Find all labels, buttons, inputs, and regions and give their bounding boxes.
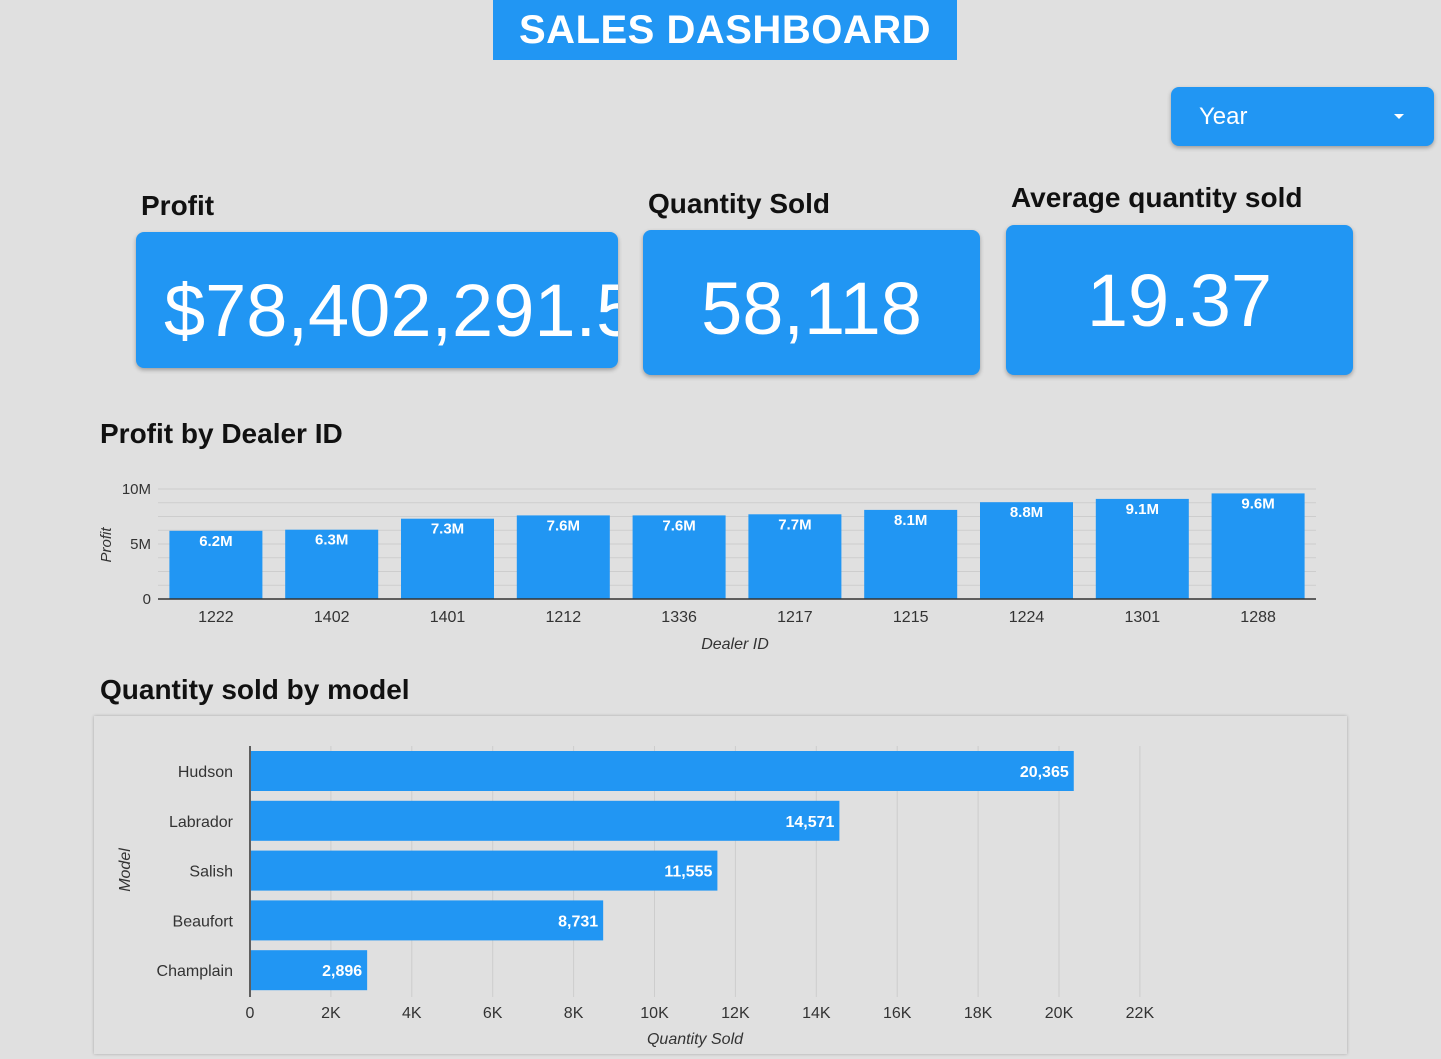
y-tick-label: 5M bbox=[130, 536, 151, 553]
x-axis-title: Quantity Sold bbox=[647, 1031, 744, 1048]
bar-value-label: 2,896 bbox=[322, 963, 362, 980]
model-chart-title: Quantity sold by model bbox=[100, 674, 410, 705]
x-tick-label: 8K bbox=[564, 1005, 584, 1022]
quantity-sold-scorecard: 58,118 bbox=[643, 230, 980, 375]
year-filter-label: Year bbox=[1199, 102, 1248, 130]
y-tick-label: Salish bbox=[189, 864, 233, 881]
profit-label: Profit bbox=[141, 190, 215, 221]
bar-value-label: 20,365 bbox=[1020, 764, 1069, 781]
average-quantity-value: 19.37 bbox=[1086, 258, 1273, 342]
bar-value-label: 7.6M bbox=[547, 517, 580, 534]
bar-value-label: 6.3M bbox=[315, 532, 348, 549]
x-tick-label: 1402 bbox=[314, 609, 350, 626]
x-tick-label: 20K bbox=[1045, 1005, 1074, 1022]
x-tick-label: 4K bbox=[402, 1005, 422, 1022]
bar-value-label: 9.6M bbox=[1241, 495, 1274, 512]
bar-value-label: 6.2M bbox=[199, 533, 232, 550]
quantity-sold-value: 58,118 bbox=[701, 267, 922, 350]
bar-value-label: 7.7M bbox=[778, 516, 811, 533]
average-quantity-scorecard: 19.37 bbox=[1006, 225, 1353, 375]
x-tick-label: 12K bbox=[721, 1005, 750, 1022]
y-axis-title: Model bbox=[117, 848, 134, 892]
profit-scorecard: $78,402,291.5 bbox=[136, 232, 618, 368]
profit-by-dealer-chart: 0 5M 10M Profit 6.2M 1222 6.3M 1402 7.3M 1401 7.6M… bbox=[98, 481, 1316, 653]
bar bbox=[251, 800, 840, 841]
x-tick-label: 6K bbox=[483, 1005, 503, 1022]
quantity-by-model-chart: 0 2K 4K 6K 8K 10K 12K 14K 16K 18K 20K 22K 20,365 Huds… bbox=[117, 746, 1155, 1048]
dashboard-title: SALES DASHBOARD bbox=[493, 0, 957, 60]
y-tick-label: Labrador bbox=[169, 814, 234, 831]
x-tick-label: 1288 bbox=[1240, 609, 1276, 626]
x-tick-label: 18K bbox=[964, 1005, 993, 1022]
model-chart-panel: 0 2K 4K 6K 8K 10K 12K 14K 16K 18K 20K 22K 20,365 Huds… bbox=[94, 716, 1347, 1054]
x-tick-label: 1222 bbox=[198, 609, 234, 626]
bar-value-label: 8.1M bbox=[894, 512, 927, 529]
average-quantity-label: Average quantity sold bbox=[1011, 182, 1303, 213]
bar-value-label: 7.6M bbox=[662, 517, 695, 534]
y-tick-label: 10M bbox=[122, 481, 151, 498]
bar bbox=[251, 900, 604, 941]
y-tick-label: 0 bbox=[143, 591, 151, 608]
x-tick-label: 1224 bbox=[1009, 609, 1045, 626]
x-tick-label: 1217 bbox=[777, 609, 813, 626]
year-filter-dropdown[interactable]: Year bbox=[1171, 87, 1434, 146]
bar-value-label: 11,555 bbox=[664, 864, 712, 881]
x-tick-label: 1301 bbox=[1125, 609, 1161, 626]
x-axis-title: Dealer ID bbox=[701, 636, 769, 653]
bar-value-label: 9.1M bbox=[1126, 501, 1159, 518]
bar bbox=[251, 850, 718, 891]
y-tick-label: Champlain bbox=[157, 963, 233, 980]
y-tick-label: Beaufort bbox=[173, 913, 234, 930]
y-axis-title: Profit bbox=[98, 527, 115, 563]
x-tick-label: 1401 bbox=[430, 609, 466, 626]
profit-value: $78,402,291.5 bbox=[164, 268, 618, 352]
chevron-down-icon bbox=[1394, 114, 1404, 119]
dealer-chart-title: Profit by Dealer ID bbox=[100, 418, 343, 449]
x-tick-label: 1215 bbox=[893, 609, 929, 626]
bar-value-label: 8,731 bbox=[558, 913, 598, 930]
bar bbox=[251, 751, 1074, 791]
y-tick-label: Hudson bbox=[178, 764, 233, 781]
x-tick-label: 0 bbox=[246, 1005, 255, 1022]
x-tick-label: 22K bbox=[1126, 1005, 1155, 1022]
bar-value-label: 14,571 bbox=[785, 814, 834, 831]
x-tick-label: 14K bbox=[802, 1005, 831, 1022]
x-tick-label: 16K bbox=[883, 1005, 912, 1022]
x-tick-label: 2K bbox=[321, 1005, 341, 1022]
bar-value-label: 8.8M bbox=[1010, 504, 1043, 521]
quantity-sold-label: Quantity Sold bbox=[648, 188, 830, 219]
x-tick-label: 1212 bbox=[546, 609, 582, 626]
x-tick-label: 10K bbox=[640, 1005, 669, 1022]
x-tick-label: 1336 bbox=[661, 609, 697, 626]
bar-value-label: 7.3M bbox=[431, 521, 464, 538]
